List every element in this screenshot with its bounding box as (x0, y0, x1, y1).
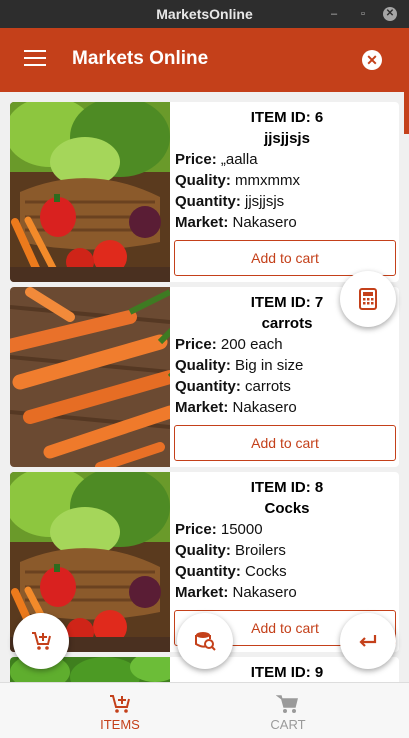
nav-items[interactable]: ITEMS (60, 683, 180, 738)
search-market-icon (195, 632, 216, 651)
add-cart-icon (32, 632, 51, 650)
item-price: Price: 15000 (175, 521, 263, 538)
close-circle-icon[interactable]: ✕ (362, 50, 382, 70)
add-cart-fab[interactable] (13, 613, 69, 669)
window-title: MarketsOnline (156, 6, 253, 22)
nav-items-label: ITEMS (100, 717, 140, 732)
app-title: Markets Online (72, 48, 209, 69)
item-quality: Quality: Big in size (175, 357, 304, 374)
scrollbar[interactable] (404, 92, 409, 134)
item-price: Price: „aalla (175, 151, 258, 168)
cart-icon (276, 695, 298, 713)
calculator-fab[interactable] (340, 271, 396, 327)
add-cart-icon (110, 695, 130, 713)
item-quantity: Quantity: carrots (175, 378, 291, 395)
window-titlebar: MarketsOnline – ▫ ✕ (0, 0, 409, 28)
bottom-navigation: ITEMS CART (0, 682, 409, 738)
minimize-icon[interactable]: – (327, 7, 341, 21)
item-price: Price: 200 each (175, 336, 283, 353)
item-market: Market: Nakasero (175, 214, 297, 231)
item-name: jjsjjsjs (264, 130, 310, 147)
nav-cart-label: CART (270, 717, 306, 732)
maximize-icon[interactable]: ▫ (356, 7, 370, 21)
items-list[interactable]: ITEM ID: 6 jjsjjsjs Price: „aalla Qualit… (0, 92, 409, 682)
search-market-fab[interactable] (177, 613, 233, 669)
item-market: Market: Nakasero (175, 584, 297, 601)
item-info: ITEM ID: 8 Cocks Price: 15000 Quality: B… (175, 472, 399, 601)
app-bar: Markets Online ✕ (0, 28, 409, 92)
item-card: ITEM ID: 6 jjsjjsjs Price: „aalla Qualit… (10, 102, 399, 282)
item-market: Market: Nakasero (175, 399, 297, 416)
item-quantity: Quantity: Cocks (175, 563, 287, 580)
add-to-cart-button[interactable]: Add to cart (174, 425, 396, 461)
carrots-image (10, 287, 170, 467)
item-quality: Quality: mmxmmx (175, 172, 300, 189)
item-id: ITEM ID: 8 (250, 479, 324, 496)
item-quantity: Quantity: jjsjjsjs (175, 193, 285, 210)
item-quality: Quality: Broilers (175, 542, 286, 559)
item-id: ITEM ID: 6 (250, 109, 324, 126)
return-icon (359, 635, 377, 647)
item-card: ITEM ID: 7 carrots Price: 200 each Quali… (10, 287, 399, 467)
calculator-icon (359, 288, 377, 310)
window-close-icon[interactable]: ✕ (383, 7, 397, 21)
item-name: Cocks (264, 500, 310, 517)
return-fab[interactable] (340, 613, 396, 669)
nav-cart[interactable]: CART (228, 683, 348, 738)
item-info: ITEM ID: 6 jjsjjsjs Price: „aalla Qualit… (175, 102, 399, 231)
vegetable-basket-image (10, 102, 170, 282)
hamburger-menu-icon[interactable] (24, 50, 46, 68)
